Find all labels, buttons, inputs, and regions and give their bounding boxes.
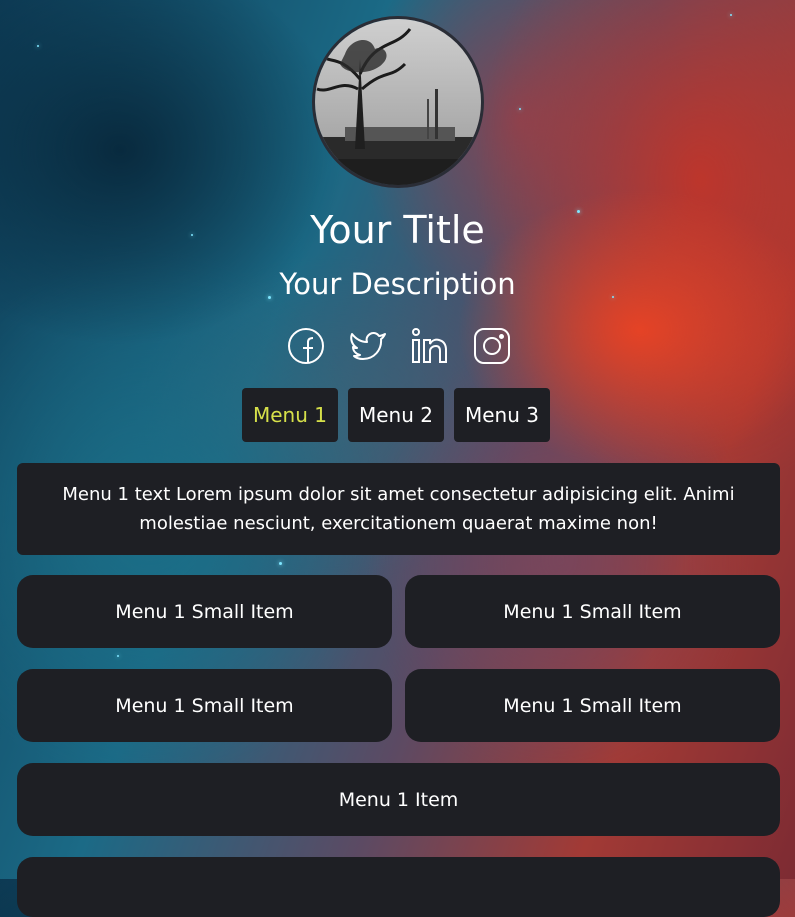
instagram-icon [474,328,510,364]
tab-menu-1[interactable]: Menu 1 [242,388,338,442]
social-links [286,326,512,366]
small-item-label: Menu 1 Small Item [503,600,682,623]
tab-menu-3[interactable]: Menu 3 [454,388,550,442]
item-card[interactable]: Menu 1 Item [17,763,780,836]
twitter-icon [350,331,386,360]
page-description: Your Description [279,267,516,301]
small-item-card[interactable]: Menu 1 Small Item [405,669,780,742]
small-item-label: Menu 1 Small Item [115,694,294,717]
small-item-label: Menu 1 Small Item [115,600,294,623]
linkedin-link[interactable] [410,326,450,366]
linkedin-icon [412,328,447,363]
page-title: Your Title [310,208,485,252]
small-item-card[interactable]: Menu 1 Small Item [17,575,392,648]
facebook-icon [288,328,324,364]
small-item-label: Menu 1 Small Item [503,694,682,717]
item-card-partial[interactable] [17,857,780,917]
small-item-card[interactable]: Menu 1 Small Item [17,669,392,742]
twitter-link[interactable] [348,326,388,366]
item-label: Menu 1 Item [338,788,459,811]
menu-intro-text: Menu 1 text Lorem ipsum dolor sit amet c… [17,463,780,555]
menu-tabs: Menu 1 Menu 2 Menu 3 [242,388,550,442]
small-item-card[interactable]: Menu 1 Small Item [405,575,780,648]
avatar [312,16,484,188]
tab-menu-2[interactable]: Menu 2 [348,388,444,442]
instagram-link[interactable] [472,326,512,366]
facebook-link[interactable] [286,326,326,366]
